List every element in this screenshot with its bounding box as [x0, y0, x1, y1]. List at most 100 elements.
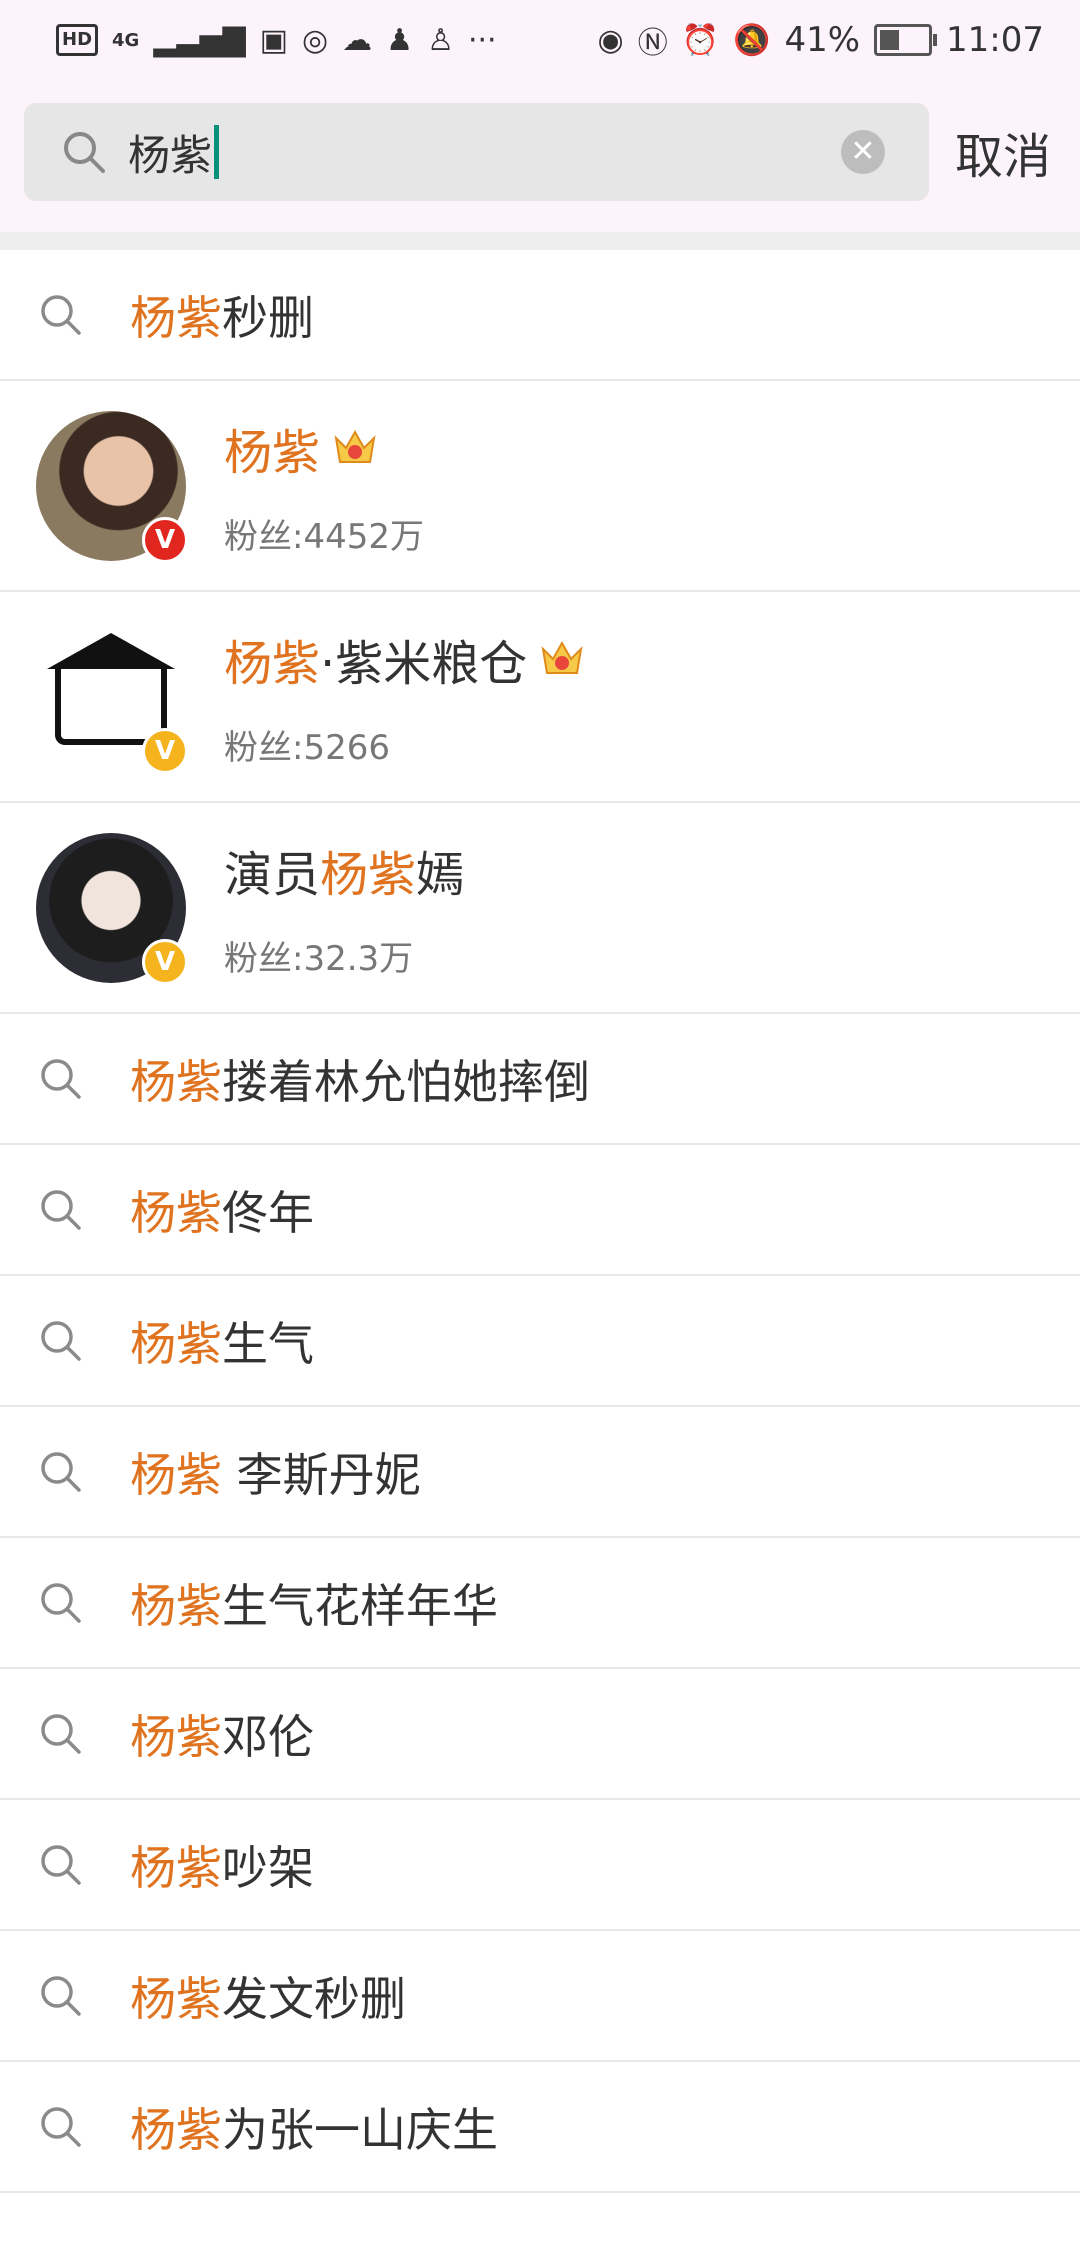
- search-suggestion-item[interactable]: 杨紫发文秒删: [0, 1931, 1080, 2062]
- query-highlight: 杨紫: [130, 2102, 222, 2157]
- search-bar: 杨紫 ✕ 取消: [0, 80, 1080, 250]
- battery-icon: [874, 24, 938, 56]
- clear-icon[interactable]: ✕: [841, 130, 885, 174]
- suggestion-rest: 邓伦: [222, 1709, 314, 1764]
- suggestion-text: 杨紫邓伦: [130, 1701, 314, 1767]
- search-suggestion-item[interactable]: 杨紫 李斯丹妮: [0, 1407, 1080, 1538]
- name-suffix: 嫣: [416, 847, 465, 903]
- network-type: 4G: [112, 29, 140, 51]
- suggestion-text: 杨紫发文秒删: [130, 1963, 406, 2029]
- search-suggestion-item[interactable]: 杨紫邓伦: [0, 1669, 1080, 1800]
- name-suffix: ·紫米粮仓: [320, 636, 528, 692]
- search-icon: [64, 132, 105, 173]
- search-icon: [41, 1844, 81, 1885]
- name-prefix: 演员: [224, 847, 321, 903]
- suggestion-rest: 秒删: [222, 290, 314, 345]
- query-highlight: 杨紫: [130, 1840, 222, 1895]
- suggestion-rest: 生气花样年华: [222, 1578, 498, 1633]
- query-highlight: 杨紫: [130, 1971, 222, 2026]
- search-suggestion-item[interactable]: 杨紫秒删: [0, 250, 1080, 381]
- suggestion-rest: 佟年: [222, 1185, 314, 1240]
- search-icon: [41, 1975, 81, 2016]
- suggestion-text: 杨紫生气: [130, 1308, 314, 1374]
- follower-count: 粉丝:32.3万: [224, 939, 414, 979]
- user-name: 杨紫 ·紫米粮仓: [224, 624, 585, 694]
- name-highlight: 杨紫: [320, 847, 417, 903]
- user-name: 杨紫: [224, 413, 424, 483]
- search-query-text: 杨紫: [128, 130, 213, 180]
- search-suggestion-item[interactable]: 杨紫为张一山庆生: [0, 2062, 1080, 2193]
- search-input[interactable]: 杨紫 ✕: [24, 103, 929, 201]
- verified-badge-icon: V: [142, 727, 188, 774]
- avatar[interactable]: V: [36, 621, 188, 774]
- query-highlight: 杨紫: [130, 1054, 222, 1109]
- cancel-button[interactable]: 取消: [955, 117, 1051, 187]
- user-name: 演员 杨紫嫣: [224, 835, 464, 905]
- hd-indicator: HD: [56, 24, 99, 56]
- follower-count: 粉丝:5266: [224, 728, 390, 768]
- user-info: 杨紫粉丝:4452万: [224, 413, 424, 558]
- search-icon: [41, 294, 81, 335]
- suggestion-rest: 生气: [222, 1316, 314, 1371]
- suggestion-rest: 吵架: [222, 1840, 314, 1895]
- avatar[interactable]: V: [36, 410, 188, 563]
- more-notifications-icon: ···: [467, 22, 497, 58]
- text-cursor: [214, 125, 220, 179]
- app-notification-icon: ▣: [259, 22, 288, 58]
- query-highlight: 杨紫: [130, 1578, 222, 1633]
- suggestion-text: 杨紫为张一山庆生: [130, 2094, 498, 2160]
- avatar[interactable]: V: [36, 832, 188, 985]
- query-highlight: 杨紫: [130, 1709, 222, 1764]
- app-notification-icon: ♟: [386, 22, 414, 58]
- suggestion-text: 杨紫佟年: [130, 1177, 314, 1243]
- query-highlight: 杨紫: [130, 290, 222, 345]
- suggestion-rest: 发文秒删: [222, 1971, 406, 2026]
- follower-count: 粉丝:4452万: [224, 517, 424, 557]
- name-highlight: 杨紫: [224, 636, 321, 692]
- status-bar: HD 4G ▂▃▅▇ ▣ ◎ ☁ ♟ ♙ ··· ◉ Ⓝ ⏰ 🔕 41% 11:…: [0, 0, 1080, 80]
- wechat-icon: ☁: [342, 22, 373, 58]
- search-suggestion-item[interactable]: 杨紫生气: [0, 1276, 1080, 1407]
- user-suggestion-item[interactable]: V 杨紫粉丝:4452万: [0, 381, 1080, 592]
- signal-icon: ▂▃▅▇: [153, 22, 246, 58]
- suggestion-text: 杨紫吵架: [130, 1832, 314, 1898]
- suggestion-rest: 搂着林允怕她摔倒: [222, 1054, 590, 1109]
- suggestion-text: 杨紫生气花样年华: [130, 1570, 498, 1636]
- search-suggestion-item[interactable]: 杨紫佟年: [0, 1145, 1080, 1276]
- eye-icon: ◉: [597, 22, 624, 58]
- search-icon: [41, 1189, 81, 1230]
- suggestion-text: 杨紫秒删: [130, 282, 314, 348]
- verified-badge-icon: V: [142, 938, 188, 985]
- vip-crown-icon: [334, 429, 376, 463]
- search-suggestion-item[interactable]: 杨紫生气花样年华: [0, 1538, 1080, 1669]
- alarm-icon: ⏰: [681, 22, 720, 58]
- name-highlight: 杨紫: [224, 425, 321, 481]
- user-suggestion-item[interactable]: V 演员 杨紫嫣粉丝:32.3万: [0, 803, 1080, 1014]
- mute-icon: 🔕: [733, 22, 771, 58]
- suggestion-list: 杨紫秒删 V 杨紫 粉丝:4452万 V 杨紫 ·紫米粮仓 粉丝:5266 V 演员 杨紫嫣粉丝:3…: [0, 250, 1080, 2193]
- suggestion-rest: 为张一山庆生: [222, 2102, 498, 2157]
- search-icon: [41, 1582, 81, 1623]
- suggestion-rest: 李斯丹妮: [222, 1447, 421, 1502]
- verified-badge-icon: V: [142, 516, 188, 563]
- vip-crown-icon: [541, 640, 583, 674]
- search-suggestion-item[interactable]: 杨紫搂着林允怕她摔倒: [0, 1014, 1080, 1145]
- search-icon: [41, 2106, 81, 2147]
- qq-icon: ♙: [427, 22, 454, 58]
- suggestion-text: 杨紫搂着林允怕她摔倒: [130, 1046, 590, 1112]
- query-highlight: 杨紫: [130, 1316, 222, 1371]
- search-icon: [41, 1320, 81, 1361]
- query-highlight: 杨紫: [130, 1447, 222, 1502]
- user-suggestion-item[interactable]: V 杨紫 ·紫米粮仓粉丝:5266: [0, 592, 1080, 803]
- clock: 11:07: [946, 20, 1044, 60]
- battery-percent: 41%: [784, 20, 861, 60]
- header: HD 4G ▂▃▅▇ ▣ ◎ ☁ ♟ ♙ ··· ◉ Ⓝ ⏰ 🔕 41% 11:…: [0, 0, 1080, 250]
- search-icon: [41, 1451, 81, 1492]
- app-notification-icon: ◎: [301, 22, 329, 58]
- nfc-icon: Ⓝ: [637, 26, 668, 61]
- search-icon: [41, 1058, 81, 1099]
- query-highlight: 杨紫: [130, 1185, 222, 1240]
- user-info: 演员 杨紫嫣粉丝:32.3万: [224, 835, 464, 980]
- suggestion-text: 杨紫 李斯丹妮: [130, 1439, 421, 1505]
- search-suggestion-item[interactable]: 杨紫吵架: [0, 1800, 1080, 1931]
